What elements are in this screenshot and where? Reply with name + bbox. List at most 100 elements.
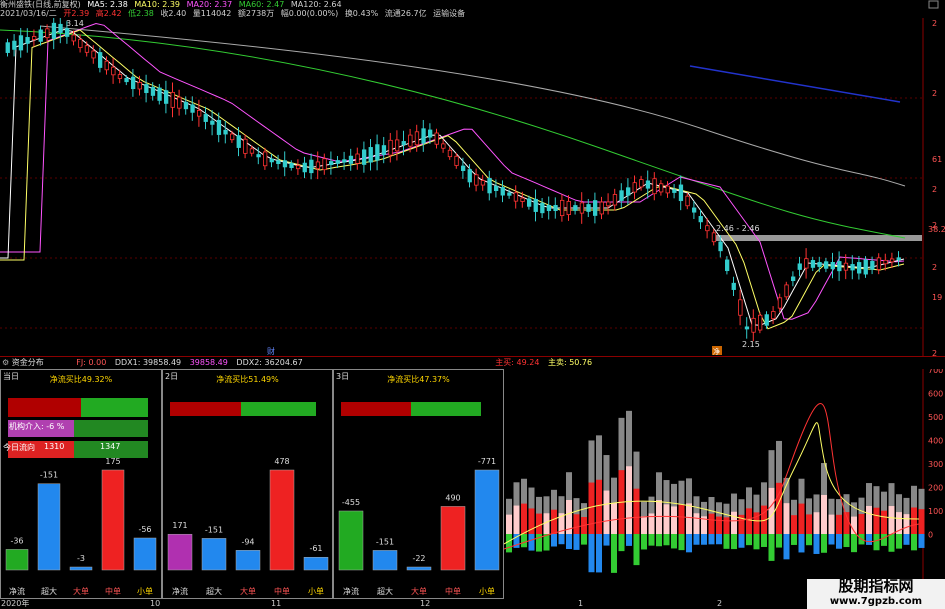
candle xyxy=(84,41,90,57)
flow-value: -36 xyxy=(10,536,23,545)
candle xyxy=(111,58,116,84)
ind-bar xyxy=(686,534,692,553)
price-axis-tick: 2 xyxy=(932,263,937,272)
ind-bar xyxy=(708,534,715,545)
candle xyxy=(137,75,142,96)
watermark-line1: 股期指标网 xyxy=(838,577,914,595)
candle xyxy=(744,317,750,339)
candle xyxy=(58,18,63,44)
category-label: 超大 xyxy=(206,586,222,596)
candle xyxy=(659,180,664,196)
high-price-mark: 3.14 xyxy=(66,19,84,28)
ind-bar xyxy=(528,534,535,551)
ind-bar xyxy=(881,534,887,546)
ind-bar xyxy=(843,534,850,548)
ma5-value: MA5: 2.38 xyxy=(87,0,128,9)
flow-bar xyxy=(372,550,398,571)
fund-title[interactable]: 资金分布 xyxy=(12,358,44,367)
fj-value: FJ: 0.00 xyxy=(76,358,107,367)
ind-bar xyxy=(513,505,520,534)
fund-indicator-chart[interactable]: 700 600 500 400 300 200 100 0 xyxy=(504,369,945,598)
candle xyxy=(447,147,453,160)
ind-bar xyxy=(828,534,835,545)
candle xyxy=(619,183,624,209)
ind-bar xyxy=(873,507,880,534)
ind-bar xyxy=(671,534,677,549)
category-label: 中单 xyxy=(274,586,290,596)
candle xyxy=(163,80,169,114)
finance-marker[interactable]: 财 xyxy=(267,346,275,356)
candle xyxy=(421,119,426,152)
ind-bar xyxy=(603,490,610,534)
ind-bar xyxy=(686,503,692,534)
price-axis-tick: 2 xyxy=(932,185,937,194)
low-price-mark: 2.15 xyxy=(742,340,760,349)
ind-bar xyxy=(918,534,925,548)
candle xyxy=(322,153,327,175)
trend-line xyxy=(689,65,901,103)
ind-bar xyxy=(776,534,782,548)
ddx1b-value: 39858.49 xyxy=(189,358,228,367)
candle xyxy=(309,153,314,180)
flow-value: -455 xyxy=(342,498,360,507)
ind-bar xyxy=(656,534,662,547)
category-label: 净流 xyxy=(172,586,188,596)
panel-today: 当日 净流买比49.32% -36 净流 -151 超大 -3 大单 175 中单 -56 小单 … xyxy=(0,369,162,599)
ind-bar xyxy=(836,534,842,549)
ma20-line xyxy=(0,22,905,320)
candle xyxy=(685,192,690,210)
ind-bar xyxy=(611,503,617,534)
candle xyxy=(394,130,400,161)
candle xyxy=(850,255,855,280)
ind-axis-tick: 300 xyxy=(928,460,943,469)
flow-value: 478 xyxy=(274,457,289,466)
ind-bar xyxy=(798,534,805,553)
ind-bar xyxy=(783,503,790,534)
ma20-value: MA20: 2.37 xyxy=(186,0,233,9)
ind-bar xyxy=(821,534,827,553)
ind-axis-tick: 0 xyxy=(928,531,933,540)
candle xyxy=(804,248,809,279)
price-axis-tick: 2 xyxy=(932,349,937,356)
flow-value: 171 xyxy=(172,521,187,530)
ind-bar xyxy=(761,534,767,547)
candle xyxy=(593,192,598,224)
candle xyxy=(315,151,321,180)
candle xyxy=(764,311,769,329)
candle xyxy=(546,196,552,220)
ind-bar xyxy=(866,505,872,534)
candle xyxy=(368,139,373,171)
window-controls-icon[interactable] xyxy=(927,0,941,9)
ind-bar xyxy=(596,534,602,573)
quote-close: 收2.40 xyxy=(160,9,187,18)
candle xyxy=(645,170,651,199)
candle xyxy=(355,147,360,170)
quote-amount: 额2738万 xyxy=(237,9,275,18)
candle xyxy=(269,153,274,168)
candle xyxy=(38,25,43,46)
time-tick: 1 xyxy=(578,599,584,608)
ind-bar xyxy=(603,534,610,546)
ind-bar xyxy=(828,514,835,534)
ind-bar xyxy=(551,534,557,547)
ind-bar xyxy=(738,534,745,548)
candle xyxy=(810,256,816,272)
flow-bar xyxy=(269,469,295,571)
flow-value: 175 xyxy=(105,457,120,466)
settings-icon[interactable]: ⚙ xyxy=(2,358,9,367)
candle xyxy=(210,110,215,136)
quote-date: 2021/03/16/二 xyxy=(0,9,57,18)
candle xyxy=(678,175,684,211)
category-label: 超大 xyxy=(377,586,393,596)
ind-bar xyxy=(641,516,647,534)
price-axis-tick: 61 xyxy=(932,155,942,164)
main-sell: 主卖: 50.76 xyxy=(547,358,593,367)
candle xyxy=(784,281,789,300)
ind-bar xyxy=(911,534,917,551)
candle xyxy=(157,83,162,105)
ma60-value: MA60: 2.47 xyxy=(238,0,285,9)
candlestick-chart[interactable]: 3.14 2.46 - 2.46 2.15 财 净 226122219238.2 xyxy=(0,18,945,356)
ind-bar xyxy=(746,534,752,546)
quote-volume: 量114042 xyxy=(192,9,232,18)
category-label: 小单 xyxy=(308,586,324,596)
